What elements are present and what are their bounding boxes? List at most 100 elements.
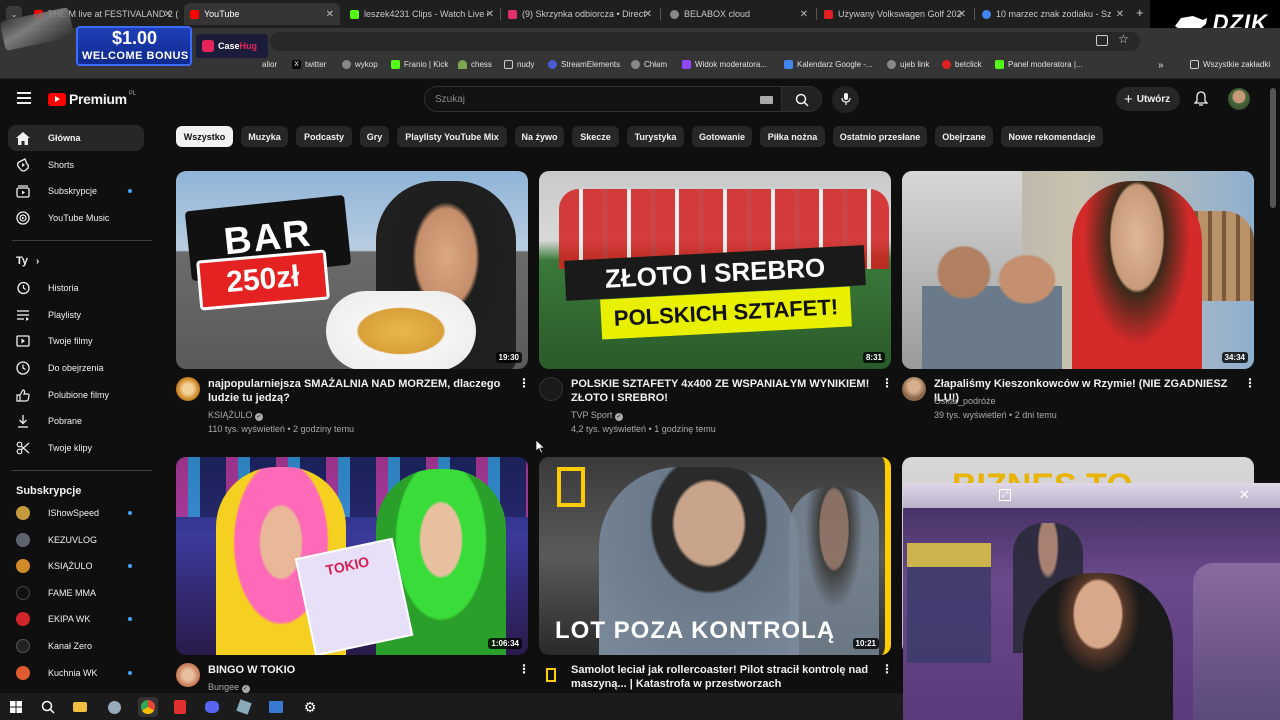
bookmark-streamelements[interactable]: StreamElements <box>548 60 620 69</box>
more-options-icon[interactable]: ⋮ <box>1244 376 1256 390</box>
chip-all[interactable]: Wszystko <box>176 126 233 147</box>
more-options-icon[interactable]: ⋮ <box>518 376 530 390</box>
sidebar-item-history[interactable]: Historia <box>8 275 144 301</box>
sidebar-sub-fame-mma[interactable]: FAME MMA <box>8 580 144 606</box>
sidebar-sub-ekipa-wk[interactable]: EKIPA WK <box>8 606 144 632</box>
sidebar-sub-ishowspeed[interactable]: IShowSpeed <box>8 500 144 526</box>
sidebar-item-youtube-music[interactable]: YouTube Music <box>8 205 144 231</box>
more-options-icon[interactable]: ⋮ <box>881 376 893 390</box>
discord-icon[interactable] <box>202 697 222 717</box>
close-icon[interactable]: ✕ <box>1239 487 1250 503</box>
voice-search-button[interactable] <box>832 86 859 113</box>
youtube-logo[interactable]: Premium PL <box>48 91 136 107</box>
sidebar-item-shorts[interactable]: Shorts <box>8 152 144 178</box>
close-icon[interactable]: ✕ <box>326 9 334 20</box>
video-thumbnail[interactable]: 34:34 <box>902 171 1254 369</box>
channel-avatar[interactable] <box>902 377 926 401</box>
close-icon[interactable]: ✕ <box>800 9 808 20</box>
menu-icon[interactable] <box>17 92 31 104</box>
channel-name[interactable]: Oskar_podróże <box>934 394 996 408</box>
channel-avatar[interactable] <box>176 377 200 401</box>
install-app-icon[interactable] <box>1096 35 1108 46</box>
app-icon[interactable] <box>266 697 286 717</box>
bookmark-wykop[interactable]: wykop <box>342 60 378 69</box>
bookmark-twitch-mod[interactable]: Widok moderatora... <box>682 60 767 69</box>
channel-avatar[interactable] <box>176 663 200 687</box>
settings-gear-icon[interactable]: ⚙ <box>300 697 320 717</box>
more-options-icon[interactable]: ⋮ <box>518 662 530 676</box>
sidebar-item-liked[interactable]: Polubione filmy <box>8 382 144 408</box>
all-bookmarks[interactable]: Wszystkie zakładki <box>1190 60 1270 69</box>
chip-live[interactable]: Na żywo <box>515 126 564 147</box>
browser-tab[interactable]: leszek4231 Clips - Watch Live o ✕ <box>344 3 500 25</box>
chip-podcasts[interactable]: Podcasty <box>296 126 352 147</box>
avatar[interactable] <box>1228 88 1250 110</box>
sidebar-sub-ksiazulo[interactable]: KSIĄŻULO <box>8 553 144 579</box>
chip-new-recommendations[interactable]: Nowe rekomendacje <box>1001 126 1103 147</box>
bookmark-betclick[interactable]: betclick <box>942 60 982 69</box>
search-button[interactable] <box>782 86 822 112</box>
start-button[interactable] <box>6 697 26 717</box>
sidebar-item-watch-later[interactable]: Do obejrzenia <box>8 355 144 381</box>
chip-music[interactable]: Muzyka <box>241 126 288 147</box>
page-scrollbar[interactable] <box>1270 88 1276 208</box>
sidebar-sub-kuchnia-wk[interactable]: Kuchnia WK <box>8 660 144 686</box>
create-button[interactable]: + Utwórz <box>1116 87 1180 111</box>
channel-name[interactable]: Bungee ✓ <box>208 680 250 694</box>
search-icon[interactable] <box>38 697 58 717</box>
chip-watched[interactable]: Obejrzane <box>935 126 993 147</box>
chip-cooking[interactable]: Gotowanie <box>692 126 752 147</box>
bookmark-google-calendar[interactable]: Kalendarz Google -... <box>784 60 873 69</box>
sidebar-item-downloads[interactable]: Pobrane <box>8 408 144 434</box>
new-tab-button[interactable]: + <box>1136 5 1144 20</box>
close-icon[interactable]: ✕ <box>486 9 494 20</box>
chip-tourism[interactable]: Turystyka <box>627 126 684 147</box>
sidebar-you-heading[interactable]: Ty › <box>16 255 39 267</box>
chrome-icon[interactable] <box>138 697 158 717</box>
notifications-bell-icon[interactable] <box>1193 91 1209 111</box>
file-explorer-icon[interactable] <box>70 697 90 717</box>
close-icon[interactable]: ✕ <box>958 9 966 20</box>
more-options-icon[interactable]: ⋮ <box>881 662 893 676</box>
app-icon[interactable] <box>234 697 254 717</box>
sidebar-item-your-videos[interactable]: Twoje filmy <box>8 328 144 354</box>
browser-tab[interactable]: 10 marzec znak zodiaku - Szuk ✕ <box>976 3 1130 25</box>
bookmarks-overflow[interactable]: » <box>1158 60 1164 71</box>
keyboard-icon[interactable] <box>760 96 773 104</box>
chip-football[interactable]: Piłka nożna <box>760 126 825 147</box>
bookmark-twitter[interactable]: Xtwitter <box>292 60 326 69</box>
channel-avatar[interactable] <box>539 377 563 401</box>
video-thumbnail[interactable]: LOT POZA KONTROLĄ 10:21 <box>539 457 891 655</box>
chip-games[interactable]: Gry <box>360 126 389 147</box>
video-thumbnail[interactable]: TOKIO 1:06:34 <box>176 457 528 655</box>
bookmark-nudy[interactable]: nudy <box>504 60 534 69</box>
bookmark-chess[interactable]: chess <box>458 60 492 69</box>
channel-name[interactable]: TVP Sport ✓ <box>571 408 623 422</box>
star-icon[interactable]: ☆ <box>1118 32 1129 46</box>
app-icon[interactable] <box>170 697 190 717</box>
video-thumbnail[interactable]: BAR 250zł 19:30 <box>176 171 528 369</box>
search-input[interactable]: Szukaj <box>424 86 782 112</box>
close-icon[interactable]: ✕ <box>1116 9 1124 20</box>
channel-name[interactable]: KSIĄŻULO ✓ <box>208 408 264 422</box>
bookmark-ujeb-link[interactable]: ujeb link <box>887 60 929 69</box>
browser-tab[interactable]: Używany Volkswagen Golf 2024- ✕ <box>818 3 972 25</box>
chip-recently-uploaded[interactable]: Ostatnio przesłane <box>833 126 927 147</box>
sidebar-item-playlists[interactable]: Playlisty <box>8 302 144 328</box>
video-title[interactable]: Samolot leciał jak rollercoaster! Pilot … <box>571 663 871 691</box>
bookmark-chlam[interactable]: Chłam <box>631 60 667 69</box>
sidebar-item-clips[interactable]: Twoje klipy <box>8 435 144 461</box>
sidebar-sub-kanal-zero[interactable]: Kanał Zero <box>8 633 144 659</box>
browser-tab[interactable]: (9) Skrzynka odbiorcza • Direct ✕ <box>502 3 658 25</box>
video-title[interactable]: BINGO W TOKIO <box>208 663 512 677</box>
bookmark-kick[interactable]: Franio | Kick <box>391 60 448 69</box>
channel-avatar[interactable] <box>539 663 563 687</box>
video-thumbnail[interactable]: ZŁOTO I SREBRO POLSKICH SZTAFET! 8:31 <box>539 171 891 369</box>
chip-sketches[interactable]: Skecze <box>572 126 619 147</box>
close-icon[interactable]: ✕ <box>644 9 652 20</box>
chip-youtube-mix[interactable]: Playlisty YouTube Mix <box>397 126 507 147</box>
video-title[interactable]: najpopularniejsza SMAŻALNIA NAD MORZEM, … <box>208 377 512 405</box>
url-field[interactable] <box>270 32 1140 51</box>
browser-tab[interactable]: BELABOX cloud ✕ <box>664 3 814 25</box>
expand-icon[interactable]: ⤢ <box>999 489 1011 501</box>
